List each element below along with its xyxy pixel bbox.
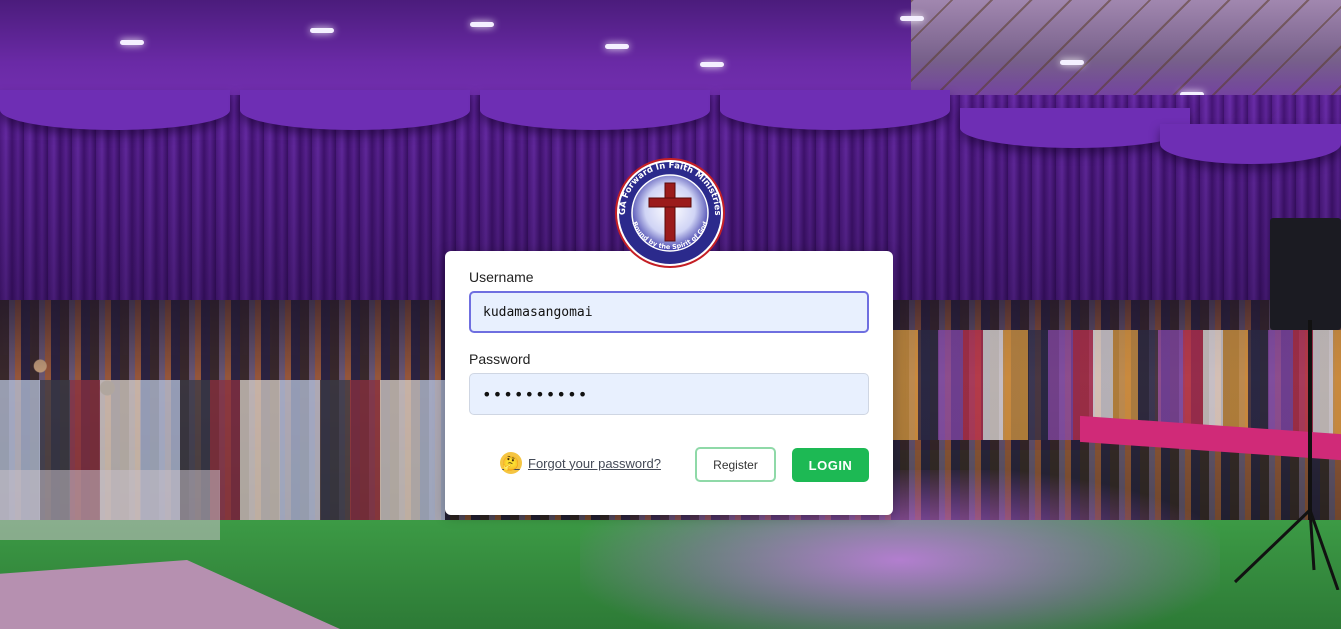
speaker-tripod: [1233, 320, 1340, 590]
thinking-face-icon: 🤔: [500, 452, 522, 474]
curtain-swag: [240, 90, 470, 130]
ceiling-light: [1060, 60, 1084, 65]
curtain-swag: [960, 108, 1190, 148]
username-label: Username: [469, 269, 534, 285]
speaker-cabinet: [1270, 218, 1341, 330]
ceiling-light: [900, 16, 924, 21]
register-button[interactable]: Register: [695, 447, 776, 482]
ceiling-light: [605, 44, 629, 49]
curtain-swag: [720, 90, 950, 130]
curtain-swag: [1160, 124, 1341, 164]
password-input[interactable]: [469, 373, 869, 415]
ministry-logo: ZAOGA Forward In Faith Ministries Int. B…: [613, 156, 725, 268]
ceiling-light: [470, 22, 494, 27]
login-button[interactable]: LOGIN: [792, 448, 869, 482]
ceiling-light: [310, 28, 334, 33]
aisle: [0, 470, 220, 540]
password-label: Password: [469, 351, 531, 367]
forgot-password-label: Forgot your password?: [528, 455, 661, 471]
ceiling-light: [120, 40, 144, 45]
username-input[interactable]: [469, 291, 869, 333]
ceiling-light: [700, 62, 724, 67]
forgot-password-link[interactable]: 🤔 Forgot your password?: [500, 452, 661, 474]
curtain-swag: [0, 90, 230, 130]
curtain-swag: [480, 90, 710, 130]
login-card: Username Password 🤔 Forgot your password…: [445, 251, 893, 515]
